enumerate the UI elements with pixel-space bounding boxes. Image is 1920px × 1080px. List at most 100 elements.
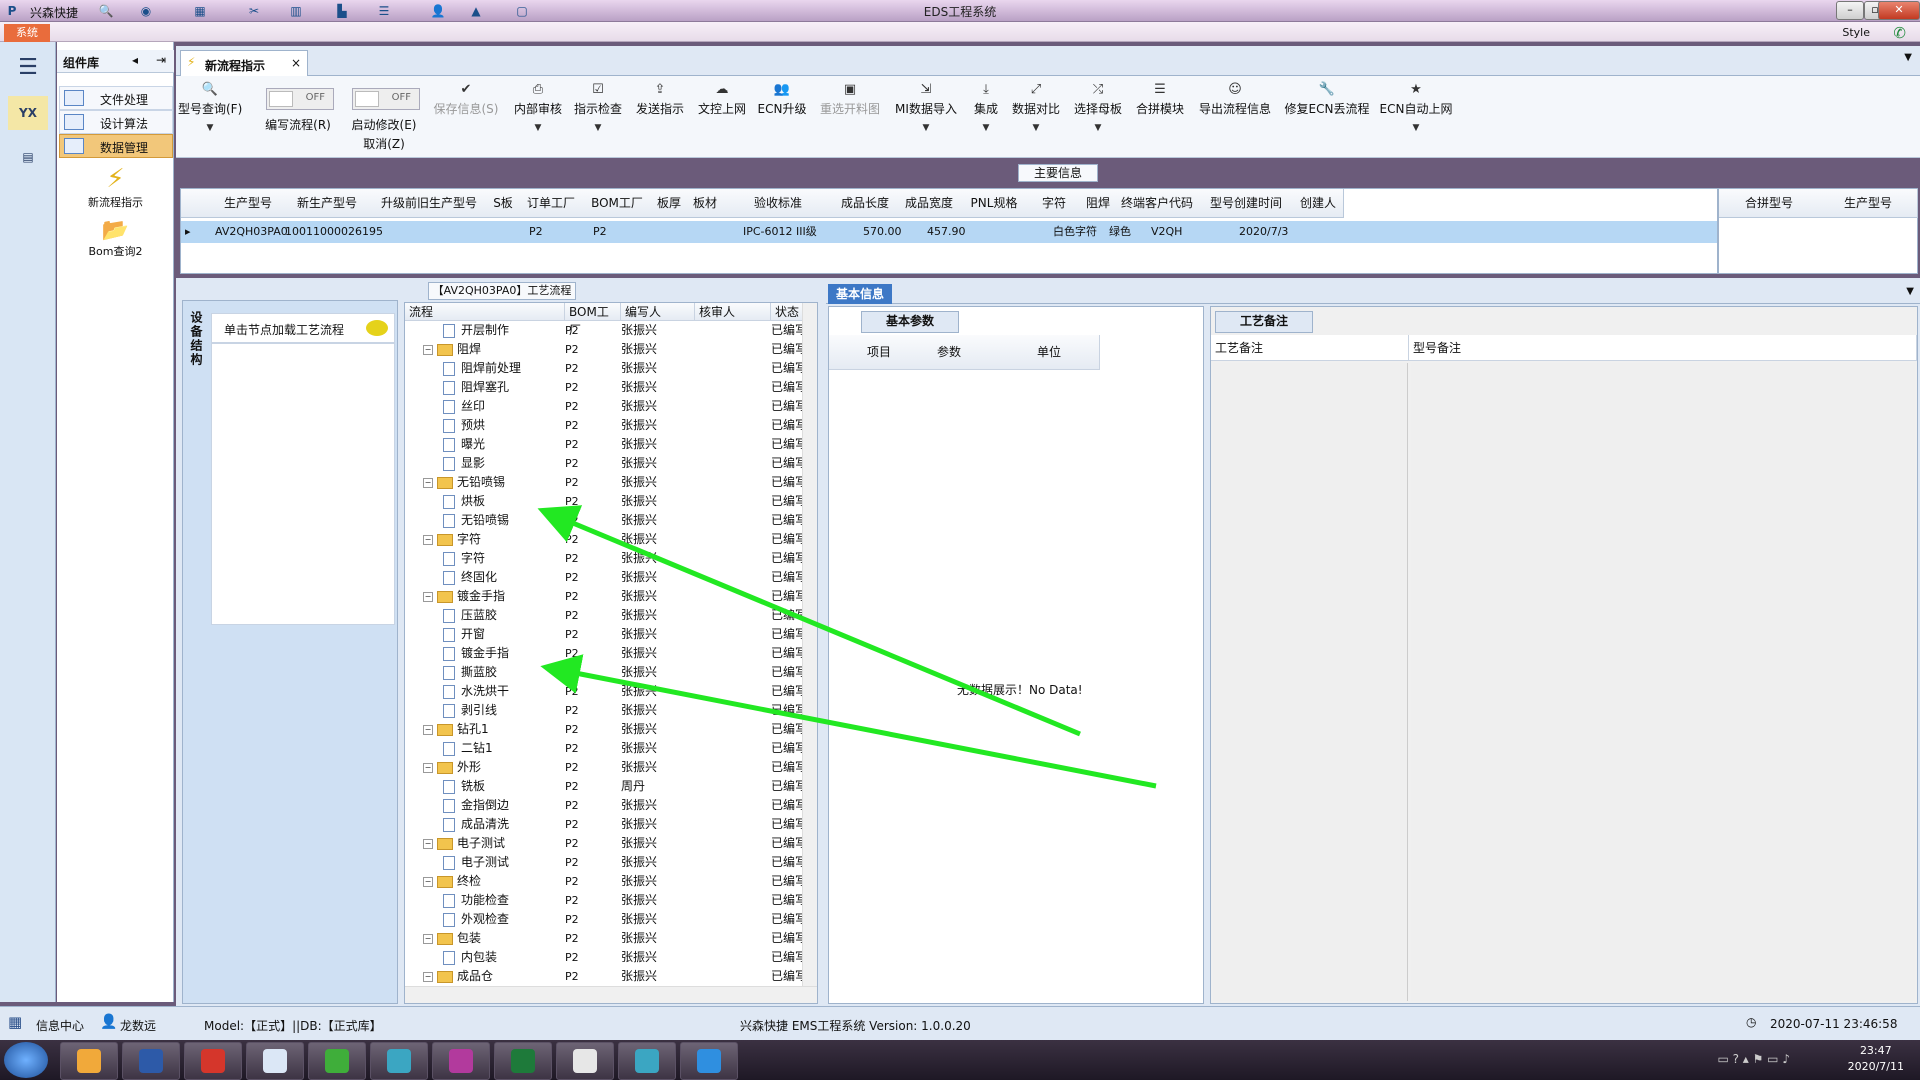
tab-basic-info[interactable]: 基本信息 bbox=[828, 284, 892, 304]
col-header[interactable]: 创建人 bbox=[1293, 189, 1344, 218]
tree-row[interactable]: 终固化 P2 张振兴 已编写 bbox=[405, 568, 805, 587]
tree-row[interactable]: 烘板 P2 张振兴 已编写 bbox=[405, 492, 805, 511]
col-header[interactable]: 字符 bbox=[1027, 189, 1082, 218]
chevron-down-icon[interactable]: ▼ bbox=[1906, 286, 1914, 297]
expander-icon[interactable]: − bbox=[423, 762, 433, 773]
col-header[interactable]: 新生产型号 bbox=[283, 189, 372, 218]
expander-icon[interactable]: − bbox=[423, 876, 433, 887]
ecn-upgrade-button[interactable]: 👥 ECN升级 bbox=[754, 82, 810, 152]
export-flow-info-button[interactable]: ☺ 导出流程信息 bbox=[1194, 82, 1276, 152]
tree-horizontal-scrollbar[interactable] bbox=[405, 986, 817, 1003]
expander-icon[interactable]: − bbox=[423, 344, 433, 355]
tree-row[interactable]: − 终检 P2 张振兴 已编写 bbox=[405, 872, 805, 891]
reselect-cutting-chart-button[interactable]: ▣ 重选开料图 bbox=[814, 82, 886, 152]
close-window-button[interactable]: ✕ bbox=[1878, 1, 1920, 20]
taskbar-app-save[interactable] bbox=[122, 1042, 180, 1080]
phone-icon[interactable]: ✆ bbox=[1893, 24, 1906, 42]
tree-row[interactable]: 镀金手指 P2 张振兴 已编写 bbox=[405, 644, 805, 663]
col-header[interactable]: 单位 bbox=[999, 335, 1100, 370]
load-flow-hint[interactable]: 单击节点加载工艺流程 bbox=[211, 313, 395, 343]
col-header[interactable]: 成品长度 bbox=[833, 189, 898, 218]
expander-icon[interactable]: − bbox=[423, 591, 433, 602]
expander-icon[interactable]: − bbox=[423, 534, 433, 545]
write-flow-toggle[interactable]: OFF bbox=[266, 88, 334, 110]
style-menu[interactable]: Style bbox=[1842, 26, 1870, 39]
expander-icon[interactable]: − bbox=[423, 971, 433, 982]
info-center-label[interactable]: 信息中心 bbox=[36, 1017, 84, 1034]
tree-row[interactable]: 字符 P2 张振兴 已编写 bbox=[405, 549, 805, 568]
tree-row[interactable]: 二钻1 P2 张振兴 已编写 bbox=[405, 739, 805, 758]
taskbar-app-notes[interactable] bbox=[246, 1042, 304, 1080]
tree-row[interactable]: 撕蓝胶 P2 张振兴 已编写 bbox=[405, 663, 805, 682]
table-row[interactable]: ▸ AV2QH03PA0 10011000026195 P2 P2 IPC-60… bbox=[181, 221, 1717, 243]
tree-row[interactable]: 铣板 P2 周丹 已编写 bbox=[405, 777, 805, 796]
tab-new-flow[interactable]: ⚡ 新流程指示 × bbox=[180, 50, 308, 77]
tree-row[interactable]: 内包装 P2 张振兴 已编写 bbox=[405, 948, 805, 967]
tree-row[interactable]: 成品清洗 P2 张振兴 已编写 bbox=[405, 815, 805, 834]
system-menu-tab[interactable]: 系统 bbox=[4, 24, 50, 42]
write-flow-button[interactable]: 编写流程(R) bbox=[260, 114, 336, 184]
start-button[interactable] bbox=[4, 1042, 48, 1078]
internal-review-button[interactable]: ⎙ 内部审核 ▼ bbox=[510, 82, 566, 152]
taskbar-app-eye2[interactable] bbox=[618, 1042, 676, 1080]
col-header[interactable]: 终端客户代码 bbox=[1115, 189, 1200, 218]
mi-data-import-button[interactable]: ⇲ MI数据导入 ▼ bbox=[890, 82, 962, 152]
col-header[interactable]: 升级前旧生产型号 bbox=[371, 189, 488, 218]
col-header[interactable]: 流程 bbox=[405, 303, 565, 321]
integrate-button[interactable]: ⤓ 集成 ▼ bbox=[968, 82, 1004, 152]
merge-module-button[interactable]: ☰ 合拼模块 bbox=[1132, 82, 1188, 152]
col-header[interactable]: 订单工厂 bbox=[519, 189, 584, 218]
taskbar-app-eye[interactable] bbox=[370, 1042, 428, 1080]
tree-row[interactable]: − 镀金手指 P2 张振兴 已编写 bbox=[405, 587, 805, 606]
chevron-down-icon[interactable]: ▼ bbox=[1904, 52, 1912, 63]
col-header[interactable]: 编写人 bbox=[621, 303, 695, 321]
expander-icon[interactable]: − bbox=[423, 933, 433, 944]
structure-vertical-label[interactable]: 设备结构 bbox=[185, 311, 205, 411]
close-tab-icon[interactable]: × bbox=[291, 56, 301, 70]
comp-item-data-management[interactable]: 数据管理 bbox=[59, 134, 173, 158]
comp-item-design-algorithm[interactable]: 设计算法 bbox=[59, 110, 173, 134]
start-modify-button[interactable]: 启动修改(E) 取消(Z) bbox=[344, 114, 424, 184]
tree-row[interactable]: − 无铅喷锡 P2 张振兴 已编写 bbox=[405, 473, 805, 492]
expander-icon[interactable]: − bbox=[423, 724, 433, 735]
taskbar-app-pdf[interactable] bbox=[556, 1042, 614, 1080]
start-modify-toggle[interactable]: OFF bbox=[352, 88, 420, 110]
tab-basic-params[interactable]: 基本参数 bbox=[861, 311, 959, 333]
tree-row[interactable]: 金指倒边 P2 张振兴 已编写 bbox=[405, 796, 805, 815]
tree-row[interactable]: 水洗烘干 P2 张振兴 已编写 bbox=[405, 682, 805, 701]
taskbar-app-excel[interactable] bbox=[494, 1042, 552, 1080]
col-header[interactable]: 阻焊 bbox=[1081, 189, 1116, 218]
exit-icon[interactable]: ⇥ bbox=[156, 53, 166, 67]
data-compare-button[interactable]: ⤢ 数据对比 ▼ bbox=[1008, 82, 1064, 152]
tree-row[interactable]: 压蓝胶 P2 张振兴 已编写 bbox=[405, 606, 805, 625]
tree-row[interactable]: 阻焊塞孔 P2 张振兴 已编写 bbox=[405, 378, 805, 397]
tree-row[interactable]: − 字符 P2 张振兴 已编写 bbox=[405, 530, 805, 549]
tree-row[interactable]: 开窗 P2 张振兴 已编写 bbox=[405, 625, 805, 644]
check-instruction-button[interactable]: ☑ 指示检查 ▼ bbox=[570, 82, 626, 152]
col-header[interactable]: BOM工厂 bbox=[583, 189, 652, 218]
repair-ecn-flow-button[interactable]: 🔧 修复ECN丢流程 bbox=[1282, 82, 1372, 152]
tree-row[interactable]: 无铅喷锡 P2 张振兴 已编写 bbox=[405, 511, 805, 530]
col-header[interactable]: 合拼型号 bbox=[1719, 189, 1820, 218]
col-header[interactable]: S板 bbox=[487, 189, 520, 218]
tree-row[interactable]: 剥引线 P2 张振兴 已编写 bbox=[405, 701, 805, 720]
taskbar-app-shell[interactable] bbox=[60, 1042, 118, 1080]
tree-row[interactable]: 阻焊前处理 P2 张振兴 已编写 bbox=[405, 359, 805, 378]
tree-row[interactable]: 预烘 P2 张振兴 已编写 bbox=[405, 416, 805, 435]
select-mother-board-button[interactable]: ⤮ 选择母板 ▼ bbox=[1070, 82, 1126, 152]
comp-item-file-processing[interactable]: 文件处理 bbox=[59, 86, 173, 110]
tree-row[interactable]: 功能检查 P2 张振兴 已编写 bbox=[405, 891, 805, 910]
send-instruction-button[interactable]: ⇪ 发送指示 bbox=[632, 82, 688, 152]
tree-row[interactable]: − 包装 P2 张振兴 已编写 bbox=[405, 929, 805, 948]
col-header[interactable]: 型号创建时间 bbox=[1199, 189, 1294, 218]
yx-module-icon[interactable]: YX bbox=[8, 96, 48, 130]
expander-icon[interactable]: − bbox=[423, 477, 433, 488]
tree-row[interactable]: 电子测试 P2 张振兴 已编写 bbox=[405, 853, 805, 872]
col-header[interactable]: 项目 bbox=[859, 335, 900, 370]
col-header[interactable]: 工艺备注 bbox=[1211, 335, 1409, 361]
col-header[interactable]: BOM工厂 bbox=[565, 303, 621, 337]
col-header[interactable]: 生产型号 bbox=[213, 189, 284, 218]
taskbar-app-eds[interactable] bbox=[308, 1042, 366, 1080]
tree-row[interactable]: − 外形 P2 张振兴 已编写 bbox=[405, 758, 805, 777]
tab-craft-remarks[interactable]: 工艺备注 bbox=[1215, 311, 1313, 333]
